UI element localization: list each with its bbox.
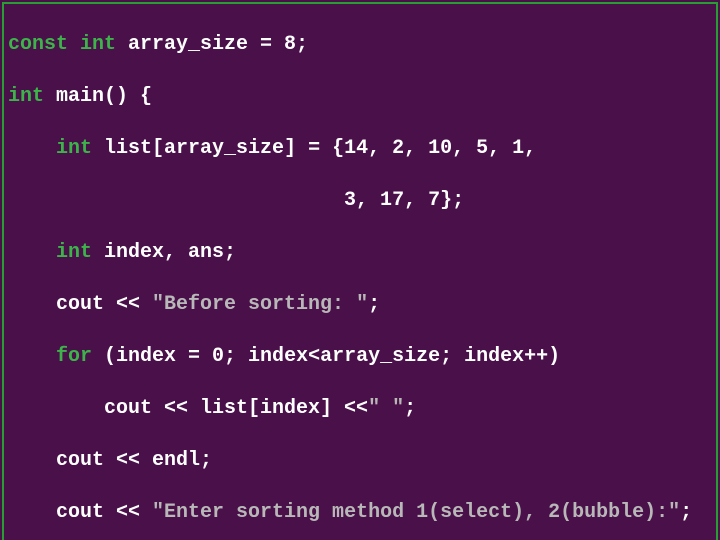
code-text: ;	[404, 397, 416, 420]
code-text	[8, 241, 56, 264]
code-text: cout <<	[8, 293, 152, 316]
code-text	[8, 137, 56, 160]
code-line: cout << "Enter sorting method 1(select),…	[8, 500, 712, 526]
code-text: (index = 0; index<array_size; index++)	[92, 345, 560, 368]
string-literal: "Enter sorting method 1(select), 2(bubbl…	[152, 501, 680, 524]
keyword: int	[56, 241, 92, 264]
code-text: 3, 17, 7};	[8, 189, 464, 212]
code-line: int list[array_size] = {14, 2, 10, 5, 1,	[8, 136, 712, 162]
code-text: list[array_size] = {14, 2, 10, 5, 1,	[92, 137, 536, 160]
code-text: ;	[368, 293, 380, 316]
string-literal: " "	[368, 397, 404, 420]
code-line: cout << "Before sorting: ";	[8, 292, 712, 318]
keyword: const int	[8, 33, 116, 56]
code-text: cout <<	[8, 501, 152, 524]
code-line: cout << endl;	[8, 448, 712, 474]
code-text: cout << endl;	[8, 449, 212, 472]
code-line: int main() {	[8, 84, 712, 110]
keyword: int	[56, 137, 92, 160]
code-block: const int array_size = 8; int main() { i…	[2, 2, 718, 540]
code-line: const int array_size = 8;	[8, 32, 712, 58]
code-line: cout << list[index] <<" ";	[8, 396, 712, 422]
code-text: cout << list[index] <<	[8, 397, 368, 420]
code-text: index, ans;	[92, 241, 236, 264]
code-line: 3, 17, 7};	[8, 188, 712, 214]
code-line: int index, ans;	[8, 240, 712, 266]
code-text: array_size = 8;	[116, 33, 308, 56]
code-text	[8, 345, 56, 368]
string-literal: "Before sorting: "	[152, 293, 368, 316]
keyword: int	[8, 85, 44, 108]
code-text: main() {	[44, 85, 152, 108]
code-line: for (index = 0; index<array_size; index+…	[8, 344, 712, 370]
code-text: ;	[680, 501, 692, 524]
keyword: for	[56, 345, 92, 368]
